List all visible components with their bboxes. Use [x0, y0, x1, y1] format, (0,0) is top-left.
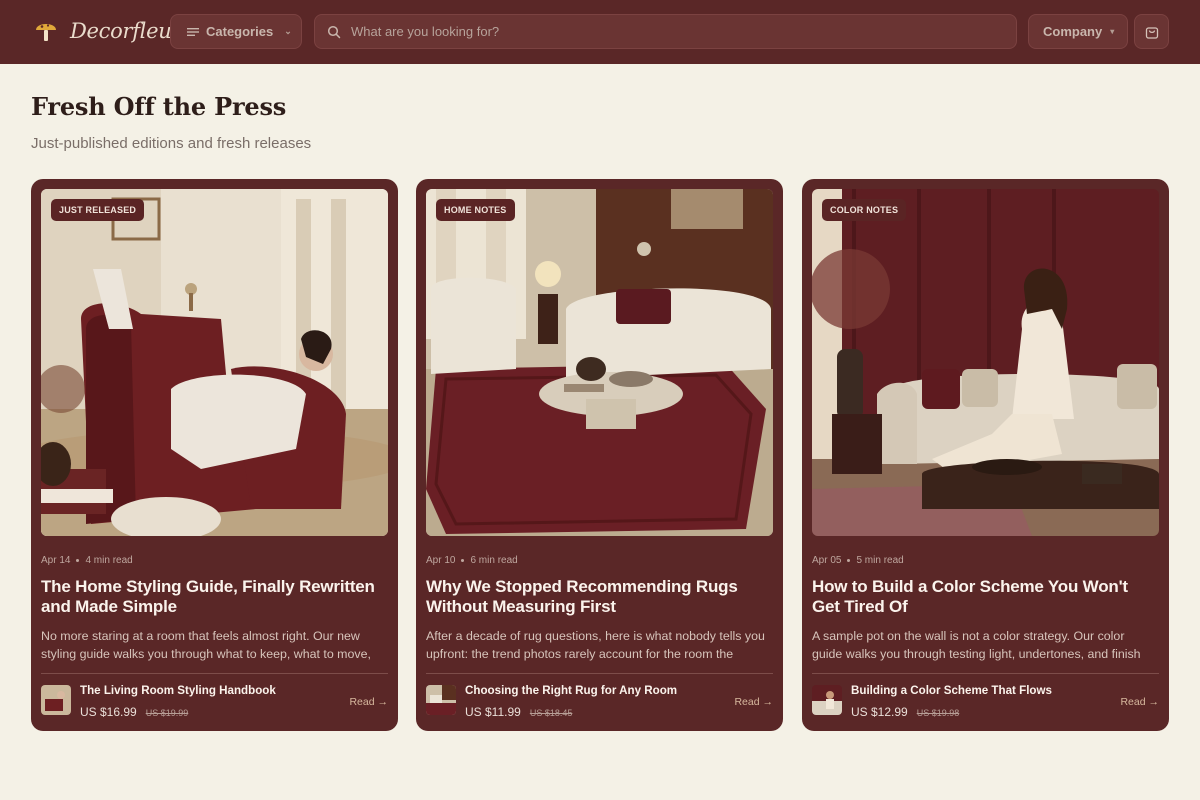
article-title[interactable]: The Home Styling Guide, Finally Rewritte…: [41, 577, 386, 617]
article-title[interactable]: How to Build a Color Scheme You Won't Ge…: [812, 577, 1157, 617]
read-time: 5 min read: [856, 555, 904, 566]
book-title[interactable]: The Living Room Styling Handbook: [80, 684, 276, 697]
current-price: US $12.99: [851, 705, 908, 719]
read-time: 6 min read: [470, 555, 518, 566]
search-icon: [327, 25, 341, 38]
menu-lines-icon: [187, 27, 199, 36]
categories-label: Categories: [206, 24, 274, 39]
price-row: US $12.99 US $19.98: [851, 705, 959, 719]
separator-dot: [461, 559, 465, 562]
search-bar: [314, 14, 1017, 49]
price-row: US $16.99 US $19.99: [80, 705, 188, 719]
category-badge: HOME NOTES: [436, 199, 515, 221]
category-badge: COLOR NOTES: [822, 199, 907, 221]
publish-date: Apr 14: [41, 555, 71, 566]
top-nav-bar: Decorfleur Categories ⌄ Company ▾: [0, 0, 1200, 64]
divider: [426, 673, 773, 674]
article-card[interactable]: COLOR NOTES Apr 05 5 min read How to Bui…: [802, 179, 1169, 731]
read-link[interactable]: Read →: [734, 696, 773, 708]
article-photo[interactable]: JUST RELEASED: [41, 189, 388, 536]
search-input[interactable]: [351, 24, 991, 39]
article-meta: Apr 05 5 min read: [812, 555, 904, 566]
article-description: A sample pot on the wall is not a color …: [812, 629, 1141, 661]
company-label: Company: [1043, 24, 1103, 39]
separator-dot: [76, 559, 80, 562]
publish-date: Apr 10: [426, 555, 456, 566]
current-price: US $11.99: [465, 705, 521, 719]
shopping-bag-icon: [1145, 27, 1158, 39]
categories-button[interactable]: Categories ⌄: [170, 14, 302, 49]
article-photo[interactable]: HOME NOTES: [426, 189, 773, 536]
book-title[interactable]: Building a Color Scheme That Flows: [851, 684, 1052, 697]
read-link[interactable]: Read →: [349, 696, 388, 708]
company-menu-button[interactable]: Company ▾: [1028, 14, 1128, 49]
book-thumbnail[interactable]: [812, 685, 842, 715]
article-meta: Apr 10 6 min read: [426, 555, 518, 566]
brand-name: Decorfleur: [70, 19, 182, 43]
divider: [812, 673, 1159, 674]
chevron-down-icon: ⌄: [284, 26, 292, 36]
read-link[interactable]: Read →: [1120, 696, 1159, 708]
article-meta: Apr 14 4 min read: [41, 555, 133, 566]
article-title[interactable]: Why We Stopped Recommending Rugs Without…: [426, 577, 771, 617]
category-badge: JUST RELEASED: [51, 199, 145, 221]
current-price: US $16.99: [80, 705, 137, 719]
article-card[interactable]: JUST RELEASED Apr 14 4 min read The Home…: [31, 179, 398, 731]
section-subtitle: Just-published editions and fresh releas…: [31, 135, 312, 152]
original-price: US $19.99: [145, 708, 189, 718]
article-card[interactable]: HOME NOTES Apr 10 6 min read Why We Stop…: [416, 179, 783, 731]
separator-dot: [847, 559, 851, 562]
original-price: US $19.98: [916, 708, 960, 718]
divider: [41, 673, 388, 674]
section-title: Fresh Off the Press: [31, 92, 287, 121]
article-description: No more staring at a room that feels alm…: [41, 629, 371, 661]
article-description: After a decade of rug questions, here is…: [426, 629, 765, 661]
publish-date: Apr 05: [812, 555, 842, 566]
brand-logo[interactable]: Decorfleur: [34, 18, 182, 44]
read-time: 4 min read: [85, 555, 133, 566]
cart-button[interactable]: [1134, 14, 1169, 49]
book-title[interactable]: Choosing the Right Rug for Any Room: [465, 684, 677, 697]
price-row: US $11.99 US $18.45: [465, 705, 572, 719]
book-thumbnail[interactable]: [426, 685, 456, 715]
article-photo[interactable]: COLOR NOTES: [812, 189, 1159, 536]
original-price: US $18.45: [529, 708, 573, 718]
book-thumbnail[interactable]: [41, 685, 71, 715]
logo-mushroom-icon: [36, 24, 56, 41]
chevron-down-icon: ▾: [1110, 27, 1115, 36]
